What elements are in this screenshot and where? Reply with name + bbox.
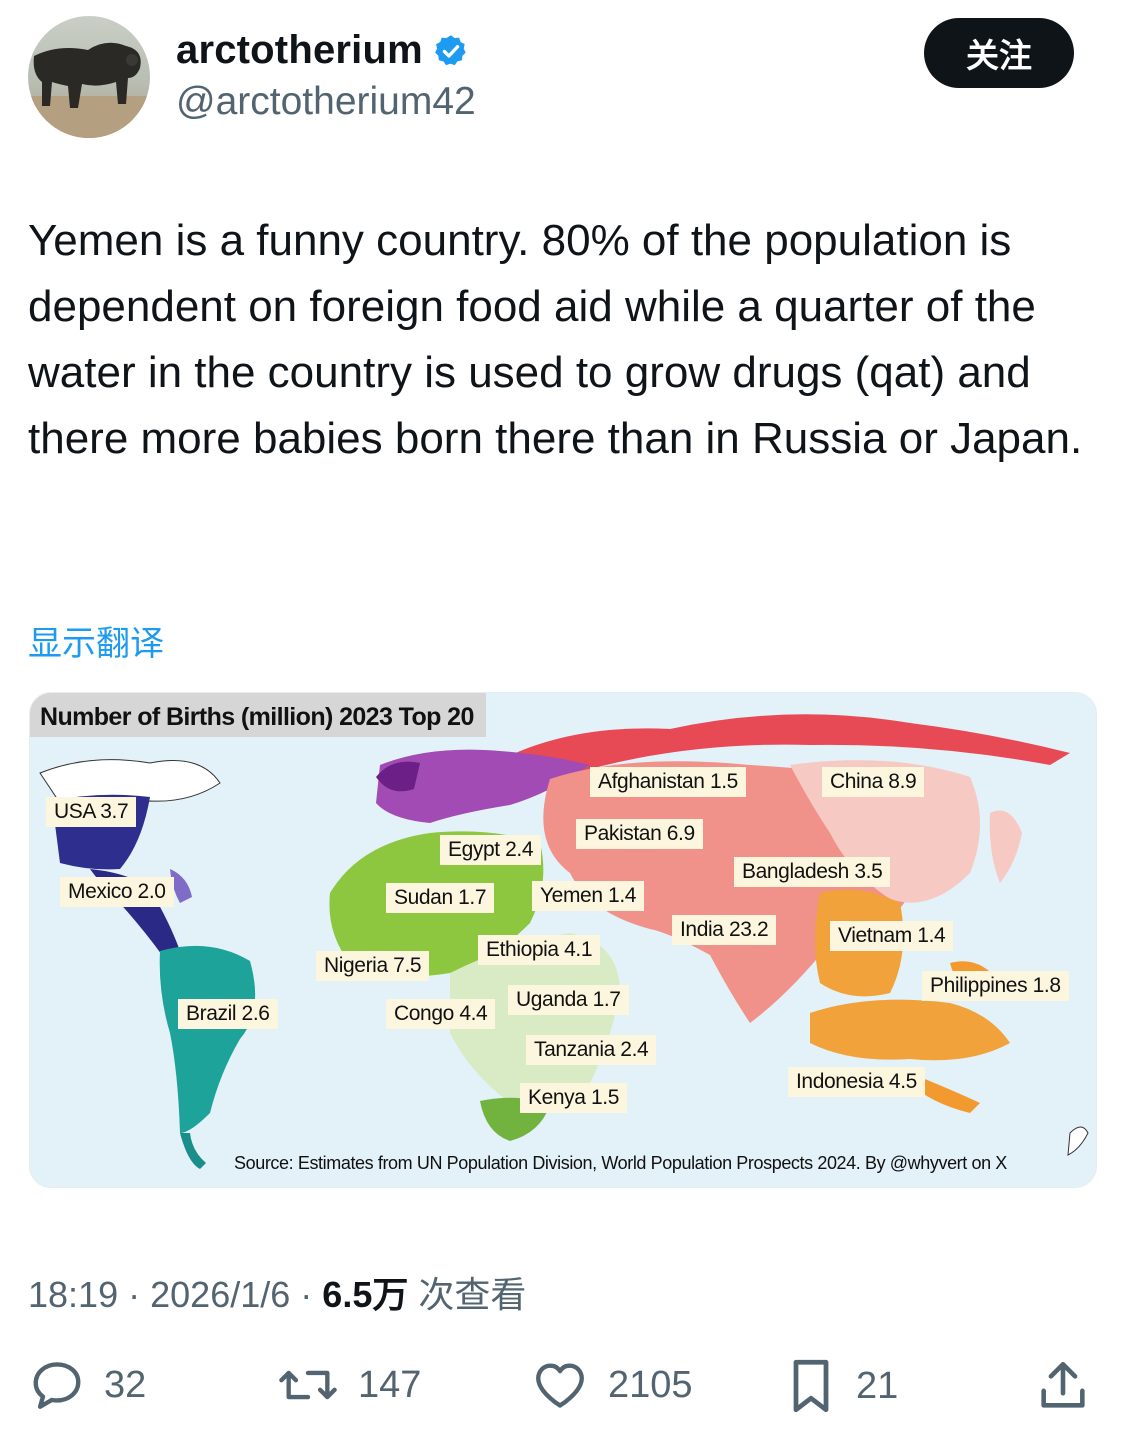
- map-label-china: China 8.9: [822, 767, 925, 797]
- map-label-sudan: Sudan 1.7: [386, 883, 495, 913]
- views-label: 次查看: [418, 1274, 527, 1315]
- map-label-ethiopia: Ethiopia 4.1: [478, 935, 601, 965]
- map-label-philippines: Philippines 1.8: [922, 971, 1069, 1001]
- meta-separator: ·: [300, 1274, 313, 1315]
- map-label-pakistan: Pakistan 6.9: [576, 819, 703, 849]
- bookmark-count: 21: [856, 1364, 899, 1407]
- map-label-indonesia: Indonesia 4.5: [788, 1067, 925, 1097]
- map-label-bangladesh: Bangladesh 3.5: [734, 857, 891, 887]
- like-count: 2105: [608, 1363, 693, 1406]
- tweet-date[interactable]: 2026/1/6: [150, 1274, 290, 1315]
- map-label-mexico: Mexico 2.0: [60, 877, 174, 907]
- bookmark-button[interactable]: 21: [784, 1356, 898, 1416]
- map-label-yemen: Yemen 1.4: [532, 881, 645, 911]
- map-label-kenya: Kenya 1.5: [520, 1083, 627, 1113]
- share-icon: [1041, 1361, 1085, 1408]
- tweet-meta: 18:19 · 2026/1/6 · 6.5万 次查看: [28, 1266, 526, 1318]
- views-count: 6.5万: [322, 1274, 409, 1315]
- share-button[interactable]: [1034, 1356, 1110, 1416]
- reply-count: 32: [104, 1363, 147, 1406]
- map-label-vietnam: Vietnam 1.4: [830, 921, 954, 951]
- display-name[interactable]: arctotherium: [176, 28, 423, 73]
- retweet-icon: [279, 1370, 337, 1400]
- author-handle[interactable]: @arctotherium42: [176, 80, 476, 124]
- map-label-egypt: Egypt 2.4: [440, 835, 542, 865]
- map-label-brazil: Brazil 2.6: [178, 999, 278, 1029]
- map-source-note: Source: Estimates from UN Population Div…: [234, 1153, 1007, 1173]
- reply-icon: [33, 1362, 81, 1409]
- tweet-text: Yemen is a funny country. 80% of the pop…: [28, 216, 1083, 463]
- map-label-tanzania: Tanzania 2.4: [526, 1035, 657, 1065]
- tweet-media-image[interactable]: Number of Births (million) 2023 Top 20 U…: [29, 692, 1097, 1188]
- map-label-usa: USA 3.7: [46, 797, 137, 827]
- heart-icon: [536, 1363, 584, 1408]
- map-title: Number of Births (million) 2023 Top 20: [30, 693, 486, 737]
- bookmark-icon: [793, 1359, 829, 1413]
- retweet-button[interactable]: 147: [276, 1356, 421, 1414]
- tweet-time[interactable]: 18:19: [28, 1274, 118, 1315]
- like-button[interactable]: 2105: [530, 1356, 693, 1414]
- bear-avatar: [28, 42, 150, 138]
- tweet-action-bar: 32 147 2105 21: [0, 1356, 1125, 1426]
- map-label-nigeria: Nigeria 7.5: [316, 951, 430, 981]
- map-label-uganda: Uganda 1.7: [508, 985, 629, 1015]
- map-label-congo: Congo 4.4: [386, 999, 496, 1029]
- verified-badge-icon: [435, 34, 466, 65]
- reply-button[interactable]: 32: [28, 1356, 146, 1414]
- show-translation-link[interactable]: 显示翻译: [28, 616, 164, 665]
- map-label-india: India 23.2: [672, 915, 777, 945]
- avatar[interactable]: [28, 16, 150, 138]
- retweet-count: 147: [358, 1363, 422, 1406]
- author-name-row[interactable]: arctotherium: [176, 28, 469, 73]
- meta-separator: ·: [128, 1274, 141, 1315]
- map-label-afghanistan: Afghanistan 1.5: [590, 767, 746, 797]
- follow-button[interactable]: 关注: [924, 18, 1074, 88]
